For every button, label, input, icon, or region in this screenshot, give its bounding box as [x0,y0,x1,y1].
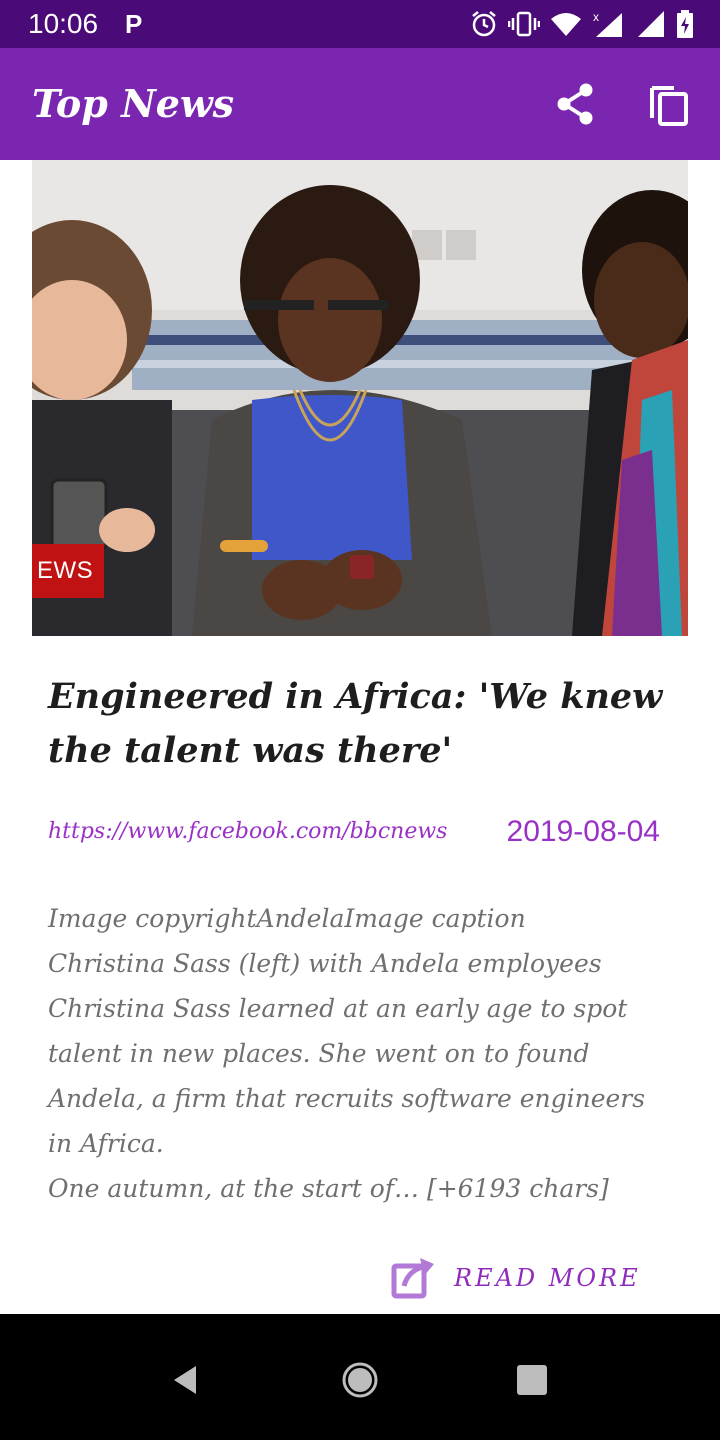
svg-text:x: x [593,10,599,24]
source-link[interactable]: https://www.facebook.com/bbcnews [48,810,447,854]
image-news-tag: EWS [32,544,104,598]
status-bar: 10:06 P x [0,0,720,48]
home-icon [342,1362,378,1398]
article-image: EWS [32,160,688,636]
copy-icon [650,86,688,126]
back-icon [174,1366,196,1394]
article-title[interactable]: Engineered in Africa: 'We knew the talen… [48,670,678,778]
read-more-button[interactable]: READ MORE [390,1250,660,1306]
wifi-icon [551,13,581,36]
copy-button[interactable] [646,80,694,128]
vibrate-icon [508,11,540,37]
alarm-icon [472,11,496,37]
status-icons: x [470,8,694,40]
navigation-bar [0,1314,720,1440]
read-more-label: READ MORE [454,1264,641,1292]
home-button[interactable] [332,1352,388,1408]
signal-icon [638,11,664,37]
status-time: 10:06 [28,8,99,39]
article-meta: https://www.facebook.com/bbcnews 2019-08… [48,810,678,854]
recents-button[interactable] [504,1352,560,1408]
share-icon [557,83,593,125]
article-photo [32,160,688,636]
parking-notification-icon: P [125,9,143,39]
back-button[interactable] [158,1352,214,1408]
publish-date: 2019-08-04 [506,815,660,848]
app-bar: Top News [0,48,720,160]
battery-charging-icon [677,10,693,38]
article-description: Image copyrightAndelaImage caption Chris… [48,904,646,1203]
signal-icon: x [593,10,622,37]
open-external-icon [391,1258,434,1299]
app-title: Top News [32,81,235,126]
share-button[interactable] [552,80,600,128]
recents-icon [517,1365,547,1395]
